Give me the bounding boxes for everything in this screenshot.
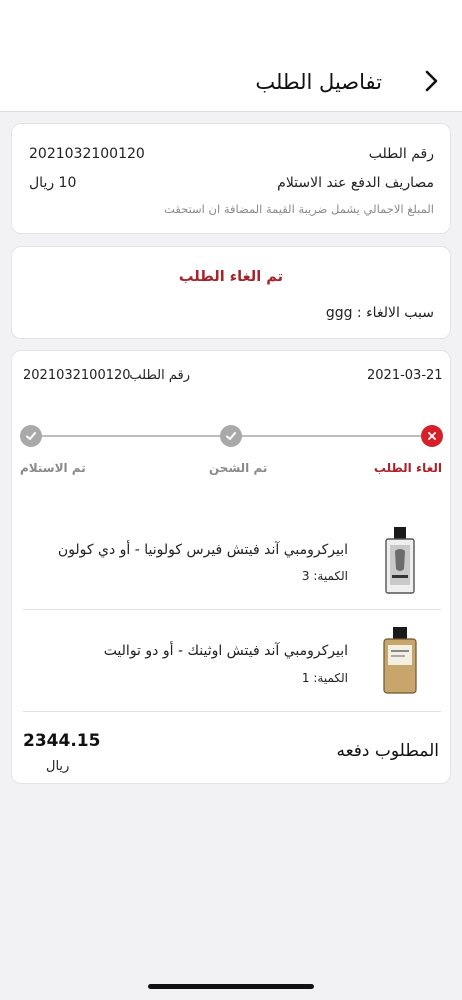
chevron-right-icon bbox=[425, 70, 438, 92]
divider bbox=[23, 711, 441, 712]
cod-fee-value: 10 ريال bbox=[29, 175, 77, 191]
app-header: تفاصيل الطلب bbox=[0, 0, 462, 112]
order-date: 2021-03-21 bbox=[367, 368, 443, 383]
check-icon bbox=[226, 432, 236, 440]
vat-note: المبلغ الاجمالي يشمل ضريبة القيمة المضاف… bbox=[164, 202, 434, 216]
order-number-value-2: 2021032100120 bbox=[23, 368, 131, 383]
step-shipped-label: تم الشحن bbox=[209, 461, 268, 475]
order-summary-card: رقم الطلب 2021032100120 مصاريف الدفع عند… bbox=[11, 123, 451, 234]
cancel-status: تم الغاء الطلب bbox=[178, 269, 284, 285]
order-number-value: 2021032100120 bbox=[29, 146, 145, 162]
order-details-card: 2021-03-21 رقم الطلب 2021032100120 الغاء… bbox=[11, 350, 451, 784]
step-cancelled-label: الغاء الطلب bbox=[373, 461, 442, 475]
back-button[interactable] bbox=[418, 66, 446, 96]
item-quantity: الكمية: 1 bbox=[301, 671, 348, 685]
cod-fee-label: مصاريف الدفع عند الاستلام bbox=[277, 175, 434, 191]
step-shipped-marker bbox=[220, 425, 242, 447]
product-image bbox=[383, 627, 417, 694]
total-currency: ريال bbox=[46, 759, 70, 774]
order-number-label: رقم الطلب bbox=[368, 146, 434, 162]
list-item[interactable]: ابيركرومبي آند فيتش فيرس كولونيا - أو دي… bbox=[12, 511, 450, 611]
item-quantity: الكمية: 3 bbox=[301, 569, 348, 583]
check-icon bbox=[26, 432, 36, 440]
order-number-label-2: رقم الطلب bbox=[129, 368, 190, 383]
divider bbox=[23, 609, 441, 610]
total-label: المطلوب دفعه bbox=[336, 741, 439, 761]
list-item[interactable]: ابيركرومبي آند فيتش اوثينك - أو دو توالي… bbox=[12, 611, 450, 711]
home-indicator[interactable] bbox=[148, 984, 314, 989]
cancellation-card: تم الغاء الطلب سبب الالغاء : ggg bbox=[11, 246, 451, 339]
item-name: ابيركرومبي آند فيتش فيرس كولونيا - أو دي… bbox=[57, 542, 348, 558]
cancel-reason: سبب الالغاء : ggg bbox=[325, 305, 434, 321]
product-image bbox=[385, 527, 415, 594]
step-received-marker bbox=[20, 425, 42, 447]
close-icon bbox=[428, 432, 436, 440]
step-received-label: تم الاستلام bbox=[20, 461, 86, 475]
page-title: تفاصيل الطلب bbox=[255, 70, 382, 94]
total-amount: 2344.15 bbox=[23, 731, 101, 751]
item-name: ابيركرومبي آند فيتش اوثينك - أو دو توالي… bbox=[103, 643, 348, 659]
step-cancelled-marker bbox=[421, 425, 443, 447]
